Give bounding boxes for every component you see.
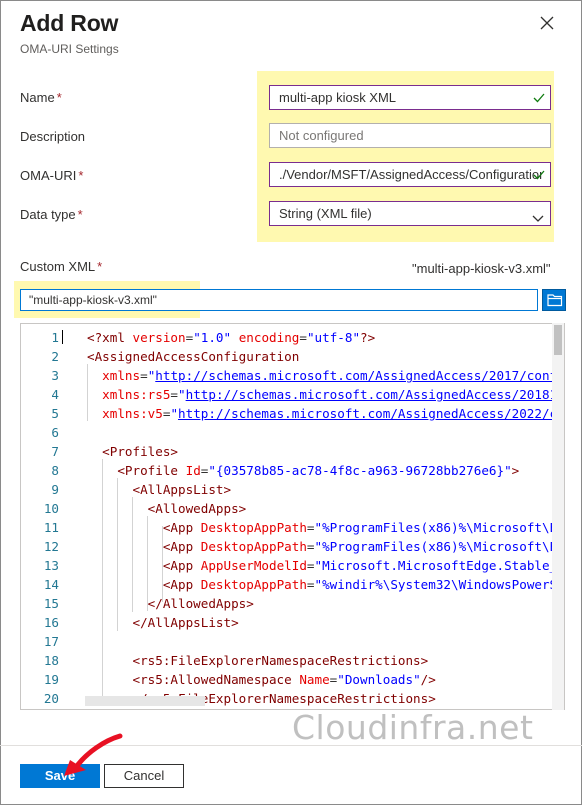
code-text: </AllowedApps> — [147, 596, 254, 611]
checkmark-icon — [533, 86, 545, 109]
text-cursor — [62, 330, 63, 344]
description-label: Description — [20, 129, 86, 144]
line-number: 6 — [51, 425, 59, 440]
oma-uri-label: OMA-URI * — [20, 168, 84, 183]
dialog-subtitle: OMA-URI Settings — [20, 42, 119, 56]
code-text: xmlns:rs5="http://schemas.microsoft.com/… — [102, 387, 565, 402]
code-line: 16 </AllAppsList> — [21, 613, 564, 632]
code-line: 15 </AllowedApps> — [21, 594, 564, 613]
code-text: <Profile Id="{03578b85-ac78-4f8c-a963-96… — [117, 463, 520, 478]
code-line: 10 <AllowedApps> — [21, 499, 564, 518]
line-number: 12 — [43, 539, 59, 554]
code-text: <App AppUserModelId="Microsoft.Microsoft… — [162, 558, 565, 573]
arrow-annotation-icon — [64, 733, 123, 776]
checkmark-icon — [533, 163, 545, 186]
code-line: 9 <AllAppsList> — [21, 480, 564, 499]
code-line: 3 xmlns="http://schemas.microsoft.com/As… — [21, 366, 564, 385]
code-line: 8 <Profile Id="{03578b85-ac78-4f8c-a963-… — [21, 461, 564, 480]
line-number: 5 — [51, 406, 59, 421]
code-text: <App DesktopAppPath="%windir%\System32\W… — [162, 577, 565, 592]
chevron-down-icon — [532, 208, 544, 225]
custom-xml-file-input[interactable]: "multi-app-kiosk-v3.xml" — [20, 289, 538, 311]
code-text: <?xml version="1.0" encoding="utf-8"?> — [87, 330, 376, 345]
code-line: 6 — [21, 423, 564, 442]
browse-file-button[interactable] — [542, 289, 566, 311]
code-line: 13 <App AppUserModelId="Microsoft.Micros… — [21, 556, 565, 575]
line-number: 16 — [43, 615, 59, 630]
line-number: 20 — [43, 691, 59, 706]
name-label: Name * — [20, 90, 62, 105]
code-line: 1 <?xml version="1.0" encoding="utf-8"?> — [21, 328, 564, 347]
code-line: 2 <AssignedAccessConfiguration — [21, 347, 564, 366]
description-input[interactable]: Not configured — [269, 123, 551, 148]
line-number: 13 — [43, 558, 59, 573]
line-number: 18 — [43, 653, 59, 668]
code-line: 7 <Profiles> — [21, 442, 564, 461]
close-icon — [540, 16, 554, 30]
code-text: <App DesktopAppPath="%ProgramFiles(x86)%… — [162, 520, 565, 535]
line-number: 17 — [43, 634, 59, 649]
scrollbar-track — [552, 323, 564, 710]
code-line: 11 <App DesktopAppPath="%ProgramFiles(x8… — [21, 518, 565, 537]
line-number: 8 — [51, 463, 59, 478]
xml-code-editor[interactable]: 1 <?xml version="1.0" encoding="utf-8"?> 2… — [20, 323, 565, 710]
code-line: 14 <App DesktopAppPath="%windir%\System3… — [21, 575, 565, 594]
close-button[interactable] — [540, 16, 558, 34]
code-text: xmlns:v5="http://schemas.microsoft.com/A… — [102, 406, 565, 421]
horizontal-scrollbar[interactable] — [85, 696, 205, 706]
custom-xml-label: Custom XML * — [20, 259, 103, 274]
line-number: 19 — [43, 672, 59, 687]
code-text: xmlns="http://schemas.microsoft.com/Assi… — [102, 368, 558, 383]
line-number: 15 — [43, 596, 59, 611]
code-text: <rs5:FileExplorerNamespaceRestrictions> — [132, 653, 429, 668]
data-type-label: Data type * — [20, 207, 83, 222]
line-number: 10 — [43, 501, 59, 516]
line-number: 4 — [51, 387, 59, 402]
code-text: </AllAppsList> — [132, 615, 239, 630]
line-number: 3 — [51, 368, 59, 383]
code-text: <rs5:AllowedNamespace Name="Downloads"/> — [132, 672, 436, 687]
line-number: 9 — [51, 482, 59, 497]
line-number: 11 — [43, 520, 59, 535]
line-number: 1 — [51, 330, 59, 345]
code-text: <App DesktopAppPath="%ProgramFiles(x86)%… — [162, 539, 565, 554]
line-number: 14 — [43, 577, 59, 592]
folder-browse-icon — [547, 294, 563, 307]
code-text: <AllowedApps> — [147, 501, 247, 516]
code-text: <AssignedAccessConfiguration — [87, 349, 300, 364]
watermark-text: Cloudinfra.net — [292, 708, 534, 747]
code-line: 4 xmlns:rs5="http://schemas.microsoft.co… — [21, 385, 565, 404]
line-number: 2 — [51, 349, 59, 364]
code-text: <AllAppsList> — [132, 482, 232, 497]
code-line: 19 <rs5:AllowedNamespace Name="Downloads… — [21, 670, 564, 689]
code-line: 17 — [21, 632, 564, 651]
code-line: 5 xmlns:v5="http://schemas.microsoft.com… — [21, 404, 565, 423]
vertical-scrollbar[interactable] — [552, 323, 564, 710]
dialog-title: Add Row — [20, 10, 119, 36]
data-type-select[interactable]: String (XML file) — [269, 201, 551, 226]
line-number: 7 — [51, 444, 59, 459]
name-input[interactable]: multi-app kiosk XML — [269, 85, 551, 110]
oma-uri-input[interactable]: ./Vendor/MSFT/AssignedAccess/Configurati… — [269, 162, 551, 187]
custom-xml-filename: "multi-app-kiosk-v3.xml" — [412, 261, 551, 276]
code-line: 12 <App DesktopAppPath="%ProgramFiles(x8… — [21, 537, 565, 556]
code-text: <Profiles> — [102, 444, 178, 459]
code-line: 18 <rs5:FileExplorerNamespaceRestriction… — [21, 651, 564, 670]
